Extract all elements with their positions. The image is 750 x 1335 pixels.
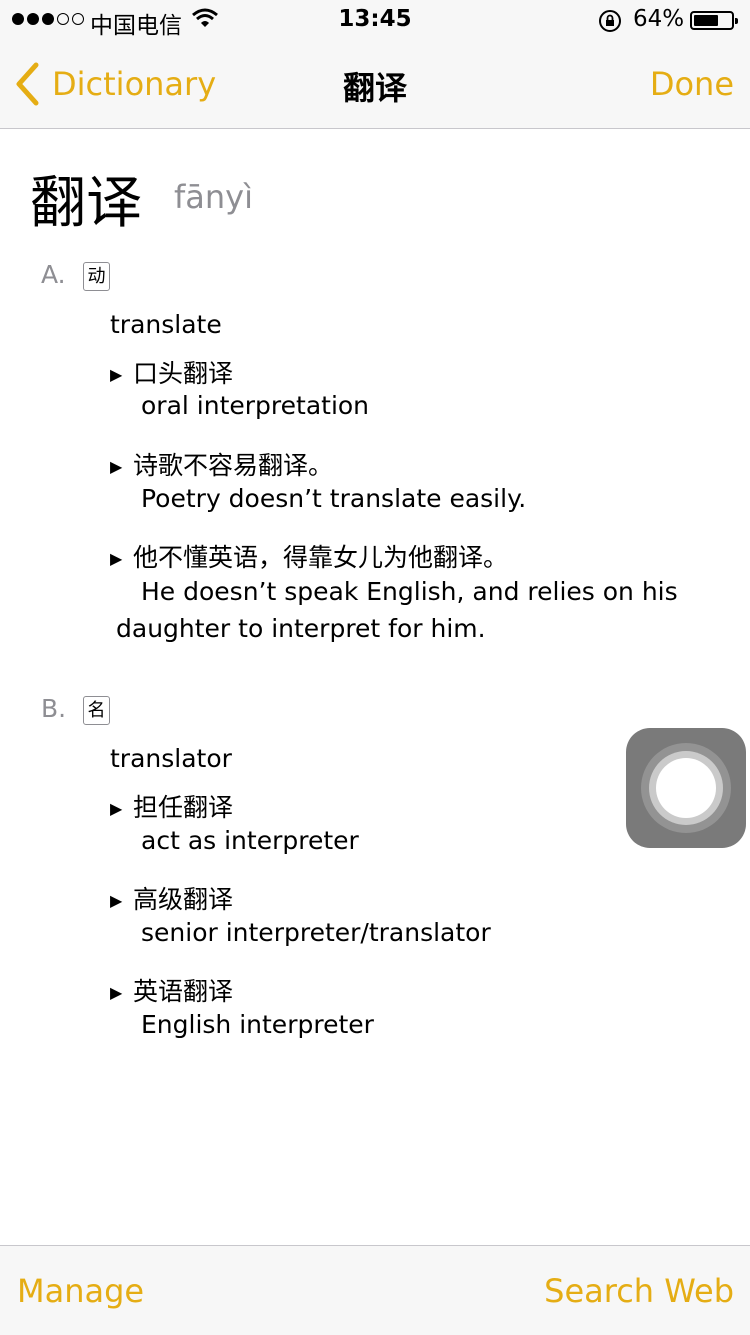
example-chinese: ▶ 口头翻译 xyxy=(110,359,234,388)
assistive-touch-button[interactable] xyxy=(626,728,746,848)
bottom-toolbar: Manage Search Web xyxy=(0,1245,750,1335)
part-of-speech-badge: 动 xyxy=(83,262,110,291)
example-translation: He doesn’t speak English, and relies on … xyxy=(116,577,678,643)
search-web-button[interactable]: Search Web xyxy=(544,1272,734,1310)
triangle-bullet-icon: ▶ xyxy=(110,983,123,1002)
triangle-bullet-icon: ▶ xyxy=(110,365,123,384)
battery-percentage: 64% xyxy=(633,6,685,32)
example-chinese: ▶ 英语翻译 xyxy=(110,977,234,1006)
example-translation: oral interpretation xyxy=(141,391,370,420)
done-button[interactable]: Done xyxy=(650,65,734,103)
example-chinese: ▶ 担任翻译 xyxy=(110,793,234,822)
navigation-bar: Dictionary 翻译 Done xyxy=(0,40,750,129)
part-of-speech-badge: 名 xyxy=(83,696,110,725)
example-chinese: ▶ 诗歌不容易翻译。 xyxy=(110,451,334,480)
example-translation: English interpreter xyxy=(141,1010,374,1039)
example-chinese: ▶ 高级翻译 xyxy=(110,885,234,914)
page-title: 翻译 xyxy=(342,69,407,107)
pinyin: fānyì xyxy=(174,178,253,216)
sense-letter: B. xyxy=(41,694,67,723)
triangle-bullet-icon: ▶ xyxy=(110,799,123,818)
headword: 翻译 xyxy=(30,171,142,236)
triangle-bullet-icon: ▶ xyxy=(110,457,123,476)
sense-gloss: translator xyxy=(110,744,232,773)
battery-icon xyxy=(690,11,738,30)
example-chinese: ▶ 他不懂英语，得靠女儿为他翻译。 xyxy=(110,543,509,572)
example-translation: Poetry doesn’t translate easily. xyxy=(141,484,527,513)
rotation-lock-icon xyxy=(597,8,623,38)
example-translation: senior interpreter/translator xyxy=(141,918,491,947)
sense-gloss: translate xyxy=(110,310,222,339)
triangle-bullet-icon: ▶ xyxy=(110,549,123,568)
triangle-bullet-icon: ▶ xyxy=(110,891,123,910)
sense-letter: A. xyxy=(41,260,66,289)
manage-button[interactable]: Manage xyxy=(17,1272,144,1310)
status-bar: 中国电信 13:45 64% xyxy=(0,0,750,40)
